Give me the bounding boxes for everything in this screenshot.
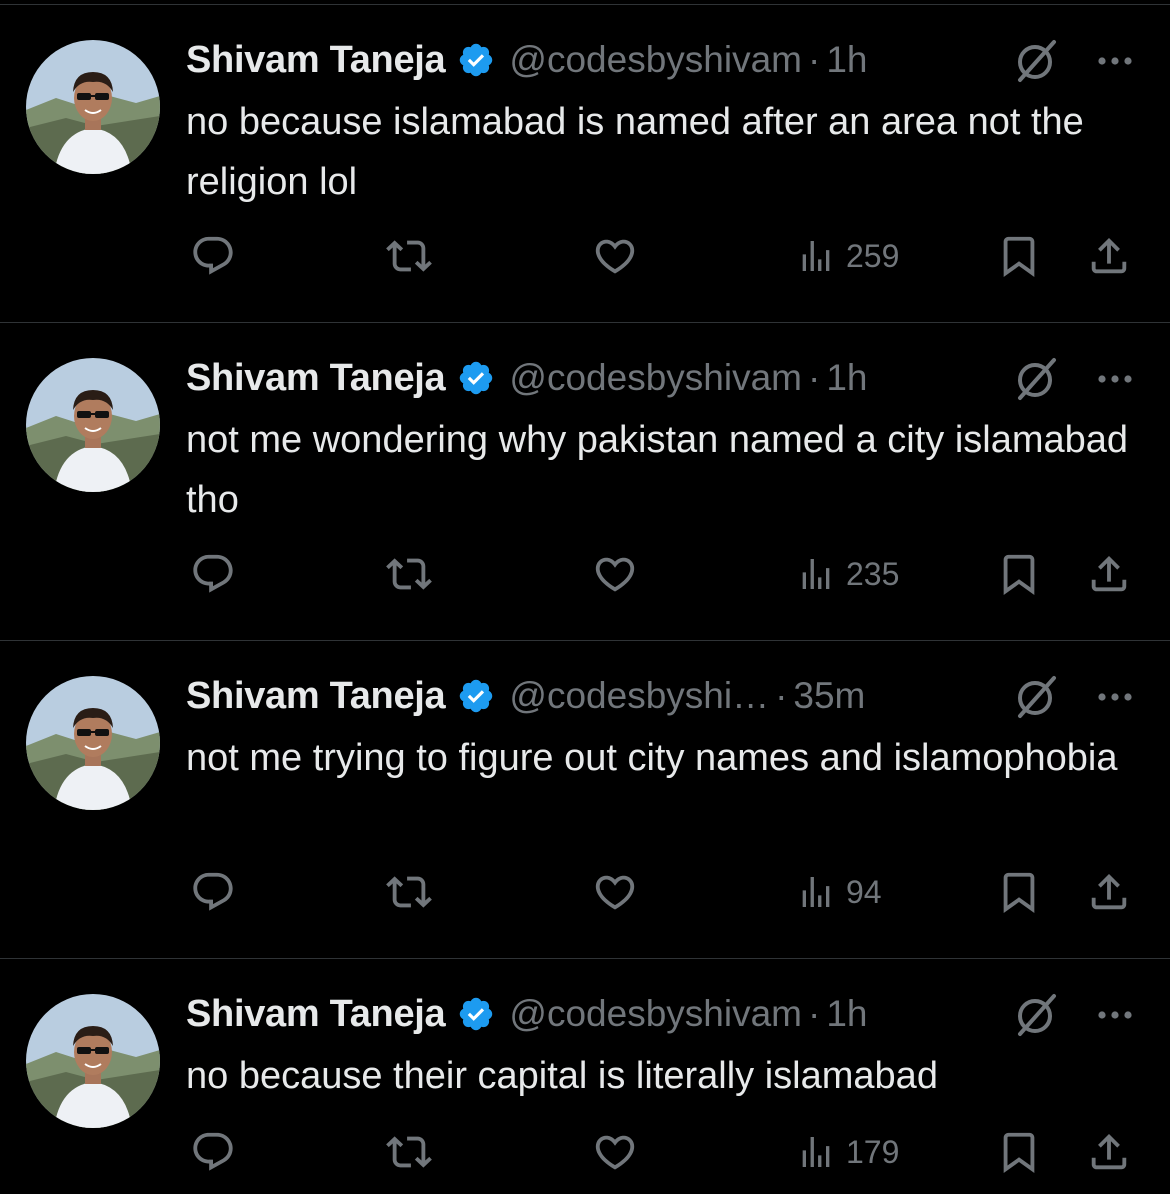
retweet-icon[interactable] <box>386 862 432 922</box>
retweet-icon[interactable] <box>386 226 432 286</box>
like-icon[interactable] <box>592 1122 638 1182</box>
separator-dot: · <box>807 39 821 80</box>
separator-dot: · <box>807 357 821 398</box>
author-name[interactable]: Shivam Taneja <box>186 357 446 400</box>
tweet-text: not me wondering why pakistan named a ci… <box>186 419 1129 521</box>
grok-icon[interactable] <box>1012 674 1062 720</box>
views-button[interactable]: 235 <box>796 544 899 604</box>
retweet-icon[interactable] <box>386 1122 432 1182</box>
bookmark-icon[interactable] <box>996 1122 1042 1182</box>
views-icon <box>802 877 830 907</box>
views-icon <box>802 1137 830 1167</box>
share-icon[interactable] <box>1086 544 1132 604</box>
avatar-photo <box>26 676 160 810</box>
action-bar: 259 <box>186 226 1146 286</box>
tweet-header: Shivam Taneja @codesbyshi… · 35m <box>186 666 865 726</box>
reply-icon[interactable] <box>190 1122 236 1182</box>
action-bar: 94 <box>186 862 1146 922</box>
share-icon[interactable] <box>1086 862 1132 922</box>
views-button[interactable]: 179 <box>796 1122 899 1182</box>
timestamp[interactable]: 1h <box>826 993 867 1035</box>
author-name[interactable]: Shivam Taneja <box>186 39 446 82</box>
like-icon[interactable] <box>592 544 638 604</box>
divider <box>0 322 1170 323</box>
tweet-feed: Shivam Taneja @codesbyshivam · 1h no bec… <box>0 0 1170 1194</box>
like-icon[interactable] <box>592 226 638 286</box>
verified-badge-icon <box>457 995 495 1033</box>
author-name[interactable]: Shivam Taneja <box>186 993 446 1036</box>
views-button[interactable]: 94 <box>796 862 882 922</box>
share-icon[interactable] <box>1086 226 1132 286</box>
views-count: 94 <box>846 873 882 910</box>
reply-icon[interactable] <box>190 862 236 922</box>
timestamp[interactable]: 1h <box>826 357 867 399</box>
author-handle[interactable]: @codesbyshivam <box>509 39 802 81</box>
tweet-text: no because their capital is literally is… <box>186 1055 938 1097</box>
divider <box>0 640 1170 641</box>
author-handle[interactable]: @codesbyshi… <box>509 675 769 717</box>
separator-dot: · <box>807 993 821 1034</box>
action-bar: 179 <box>186 1122 1146 1182</box>
avatar-photo <box>26 994 160 1128</box>
reply-icon[interactable] <box>190 226 236 286</box>
more-icon[interactable] <box>1090 362 1140 396</box>
tweet-text: no because islamabad is named after an a… <box>186 101 1084 203</box>
retweet-icon[interactable] <box>386 544 432 604</box>
more-icon[interactable] <box>1090 44 1140 78</box>
avatar[interactable] <box>26 994 160 1128</box>
bookmark-icon[interactable] <box>996 544 1042 604</box>
timestamp[interactable]: 1h <box>826 39 867 81</box>
reply-icon[interactable] <box>190 544 236 604</box>
author-handle[interactable]: @codesbyshivam <box>509 993 802 1035</box>
grok-icon[interactable] <box>1012 356 1062 402</box>
verified-badge-icon <box>457 41 495 79</box>
tweet-text: not me trying to figure out city names a… <box>186 737 1118 779</box>
views-icon <box>802 559 830 589</box>
separator-dot: · <box>775 675 788 716</box>
avatar[interactable] <box>26 676 160 810</box>
avatar-photo <box>26 358 160 492</box>
grok-icon[interactable] <box>1012 992 1062 1038</box>
verified-badge-icon <box>457 677 495 715</box>
views-button[interactable]: 259 <box>796 226 899 286</box>
views-icon <box>802 241 830 271</box>
views-count: 259 <box>846 237 900 274</box>
tweet-header: Shivam Taneja @codesbyshivam · 1h <box>186 30 867 90</box>
action-bar: 235 <box>186 544 1146 604</box>
more-icon[interactable] <box>1090 680 1140 714</box>
views-count: 235 <box>846 555 900 592</box>
avatar[interactable] <box>26 358 160 492</box>
divider <box>0 4 1170 5</box>
tweet-header: Shivam Taneja @codesbyshivam · 1h <box>186 348 867 408</box>
avatar[interactable] <box>26 40 160 174</box>
tweet-header: Shivam Taneja @codesbyshivam · 1h <box>186 984 867 1044</box>
divider <box>0 958 1170 959</box>
grok-icon[interactable] <box>1012 38 1062 84</box>
views-count: 179 <box>846 1133 900 1170</box>
bookmark-icon[interactable] <box>996 226 1042 286</box>
share-icon[interactable] <box>1086 1122 1132 1182</box>
verified-badge-icon <box>457 359 495 397</box>
like-icon[interactable] <box>592 862 638 922</box>
more-icon[interactable] <box>1090 998 1140 1032</box>
avatar-photo <box>26 40 160 174</box>
author-handle[interactable]: @codesbyshivam <box>509 357 802 399</box>
bookmark-icon[interactable] <box>996 862 1042 922</box>
author-name[interactable]: Shivam Taneja <box>186 675 446 718</box>
timestamp[interactable]: 35m <box>793 675 865 717</box>
